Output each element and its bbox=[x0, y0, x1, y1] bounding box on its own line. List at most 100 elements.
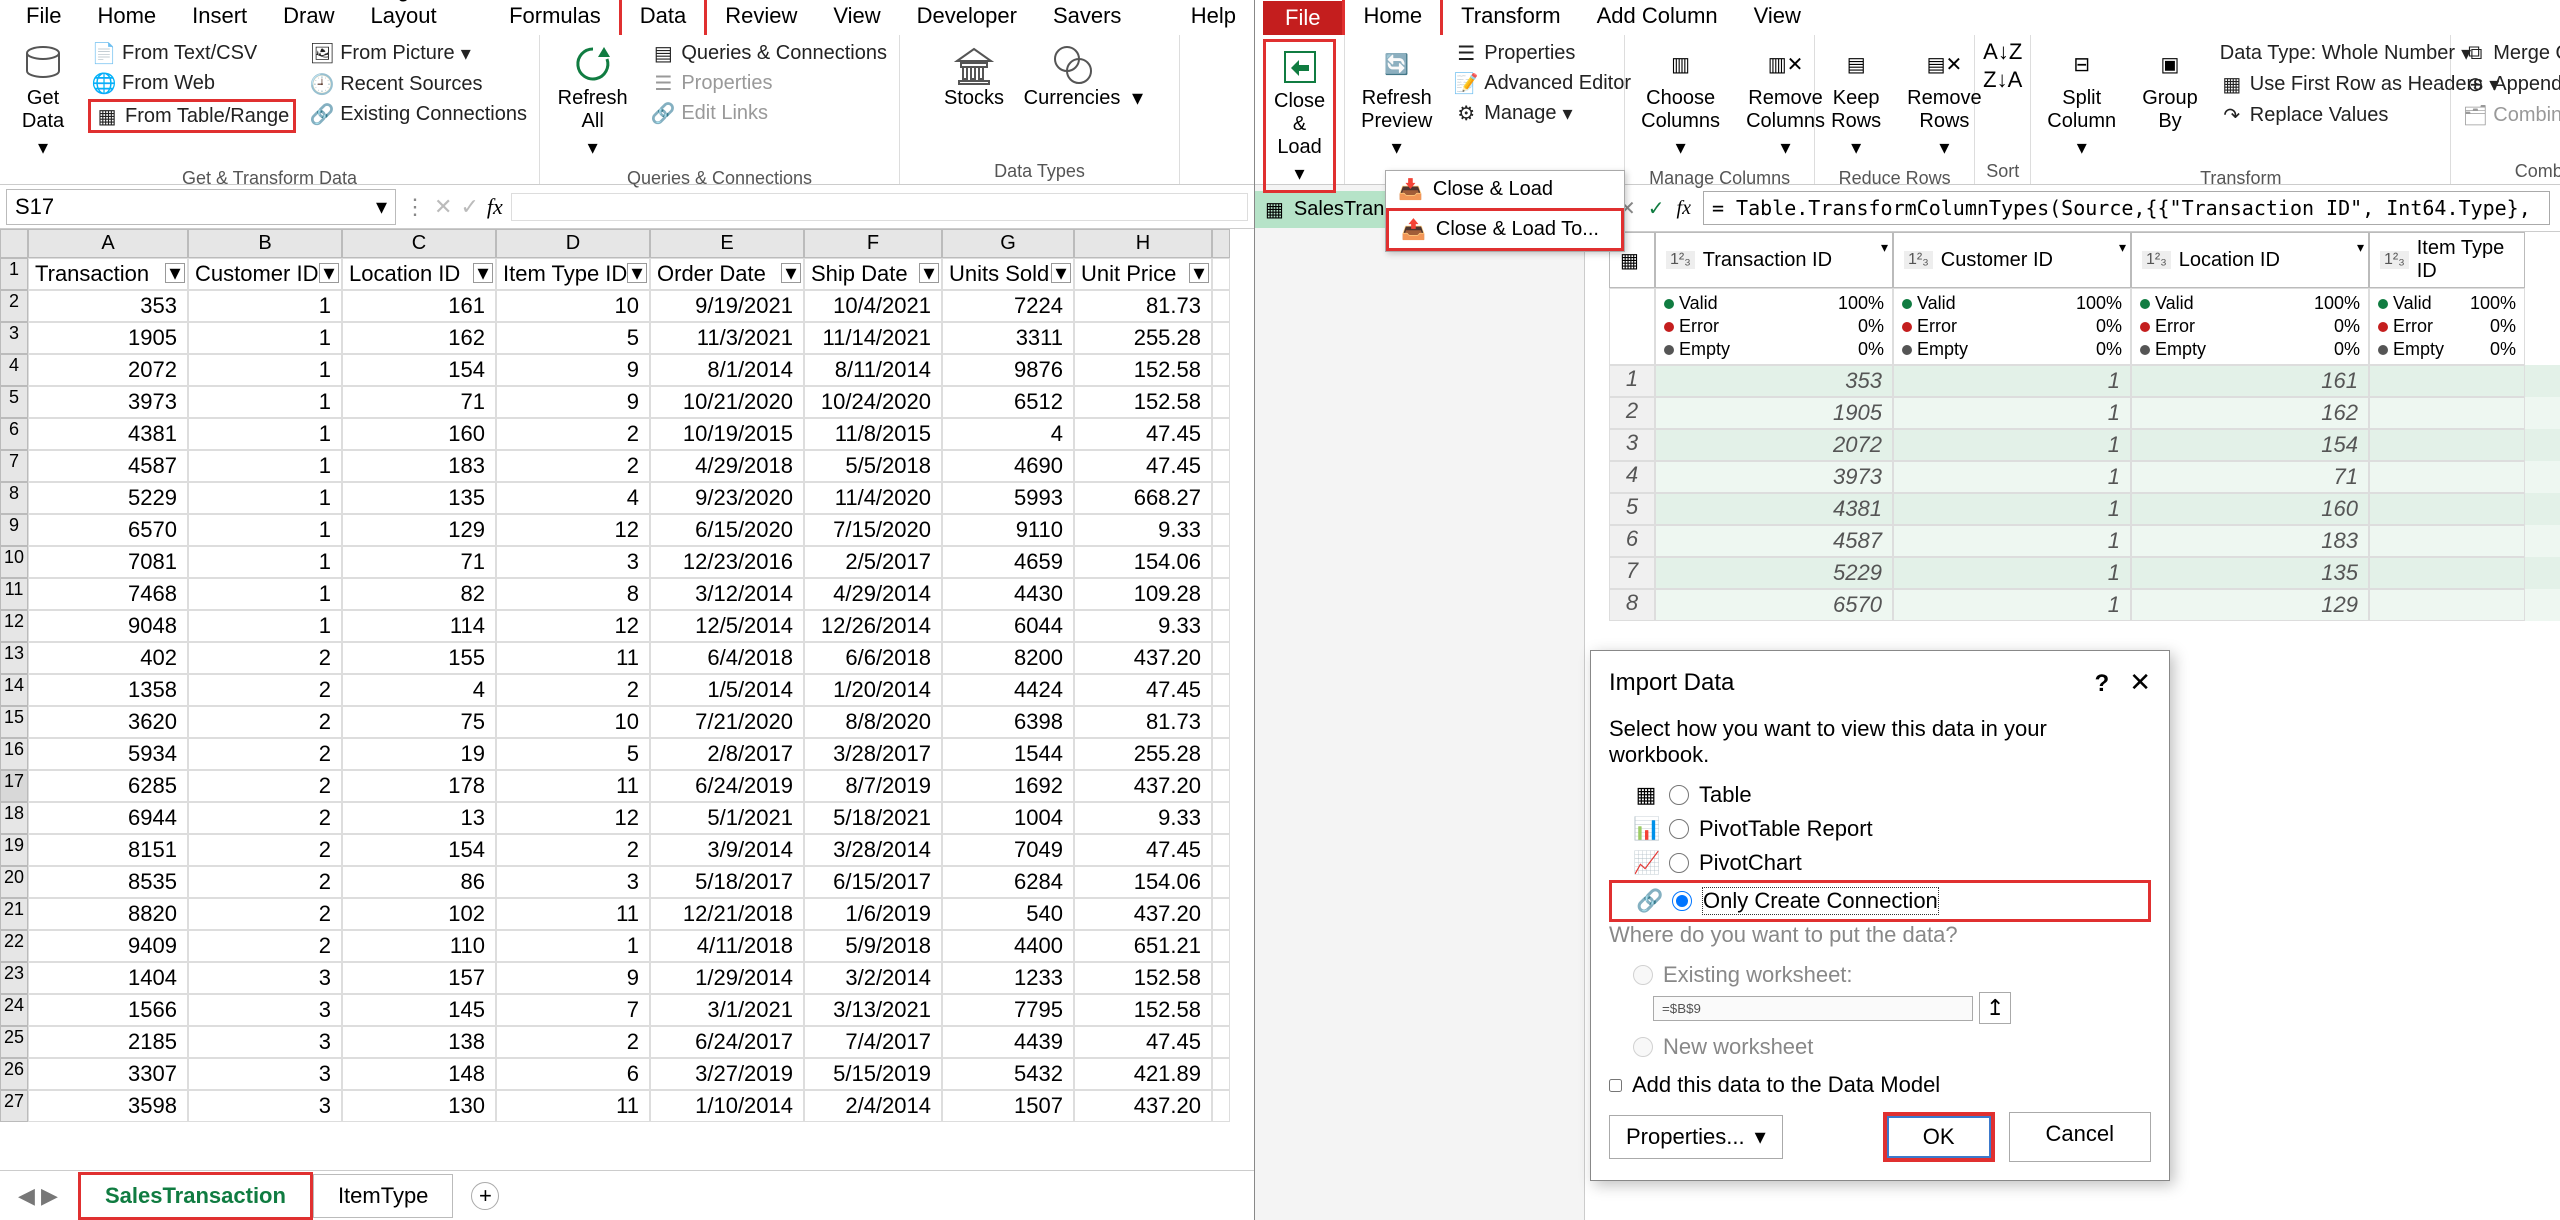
cell[interactable]: 135 bbox=[342, 482, 496, 514]
col-header[interactable]: E bbox=[650, 229, 804, 258]
pq-cell[interactable]: 3973 bbox=[1655, 461, 1893, 493]
properties-button[interactable]: Properties...▾ bbox=[1609, 1115, 1783, 1159]
tab-file[interactable]: File bbox=[8, 0, 79, 35]
cell[interactable]: 7795 bbox=[942, 994, 1074, 1026]
cell[interactable]: 160 bbox=[342, 418, 496, 450]
recent-sources-button[interactable]: 🕘Recent Sources bbox=[306, 70, 531, 98]
pq-cell[interactable]: 1 bbox=[1893, 461, 2131, 493]
group-by-button[interactable]: ▣Group By bbox=[2134, 39, 2206, 137]
cell[interactable]: 4424 bbox=[942, 674, 1074, 706]
pq-cell[interactable]: 1 bbox=[1893, 397, 2131, 429]
cell[interactable]: 1/10/2014 bbox=[650, 1090, 804, 1122]
pq-cell[interactable]: 1 bbox=[1893, 557, 2131, 589]
formula-input[interactable] bbox=[511, 193, 1248, 221]
sheet-nav[interactable]: ◀ ▶ bbox=[18, 1183, 78, 1209]
cell[interactable]: 4439 bbox=[942, 1026, 1074, 1058]
cell[interactable]: 1 bbox=[188, 386, 342, 418]
ok-button[interactable]: OK bbox=[1883, 1112, 1995, 1162]
tab-formulas[interactable]: Formulas bbox=[491, 0, 619, 35]
pq-cell[interactable] bbox=[2369, 525, 2525, 557]
cell[interactable]: 10 bbox=[496, 706, 650, 738]
row-header[interactable]: 11 bbox=[0, 578, 28, 610]
cell[interactable]: 437.20 bbox=[1074, 1090, 1212, 1122]
cell[interactable]: 102 bbox=[342, 898, 496, 930]
queries-connections-button[interactable]: ▤Queries & Connections bbox=[647, 39, 891, 67]
cell[interactable]: 2 bbox=[188, 642, 342, 674]
radio-table[interactable] bbox=[1669, 785, 1689, 805]
cell[interactable]: 154.06 bbox=[1074, 546, 1212, 578]
pq-cell[interactable] bbox=[2369, 589, 2525, 621]
cell[interactable]: 11 bbox=[496, 1090, 650, 1122]
pq-cell[interactable]: 160 bbox=[2131, 493, 2369, 525]
cell[interactable]: 5432 bbox=[942, 1058, 1074, 1090]
cell[interactable]: 5/15/2019 bbox=[804, 1058, 942, 1090]
cell[interactable]: 6398 bbox=[942, 706, 1074, 738]
cell[interactable]: 1404 bbox=[28, 962, 188, 994]
filter-button[interactable]: ▾ bbox=[781, 263, 801, 283]
cell[interactable]: 12 bbox=[496, 802, 650, 834]
cell[interactable]: 651.21 bbox=[1074, 930, 1212, 962]
cell[interactable]: 6284 bbox=[942, 866, 1074, 898]
row-header[interactable]: 24 bbox=[0, 994, 28, 1026]
row-header[interactable]: 13 bbox=[0, 642, 28, 674]
cell[interactable]: 1 bbox=[496, 930, 650, 962]
cell[interactable]: 353 bbox=[28, 290, 188, 322]
cell[interactable]: 4400 bbox=[942, 930, 1074, 962]
filter-button[interactable]: ▾ bbox=[473, 263, 493, 283]
cell[interactable]: 4/29/2014 bbox=[804, 578, 942, 610]
close-load-to-menu-item[interactable]: 📤Close & Load To... bbox=[1386, 208, 1624, 251]
cell[interactable]: 4659 bbox=[942, 546, 1074, 578]
sheet-tab-salestransaction[interactable]: SalesTransaction bbox=[78, 1172, 313, 1220]
cell[interactable]: 668.27 bbox=[1074, 482, 1212, 514]
col-header[interactable]: C bbox=[342, 229, 496, 258]
cell[interactable]: 47.45 bbox=[1074, 674, 1212, 706]
cell[interactable]: 1/5/2014 bbox=[650, 674, 804, 706]
cell[interactable]: 2/5/2017 bbox=[804, 546, 942, 578]
cell[interactable]: 9 bbox=[496, 354, 650, 386]
existing-connections-button[interactable]: 🔗Existing Connections bbox=[306, 100, 531, 128]
cell[interactable]: 11/3/2021 bbox=[650, 322, 804, 354]
cell[interactable]: 2 bbox=[496, 834, 650, 866]
cell[interactable]: 437.20 bbox=[1074, 770, 1212, 802]
cell[interactable]: 11 bbox=[496, 642, 650, 674]
cell[interactable]: 3311 bbox=[942, 322, 1074, 354]
cell[interactable]: 255.28 bbox=[1074, 322, 1212, 354]
row-header[interactable]: 4 bbox=[0, 354, 28, 386]
from-text-csv-button[interactable]: 📄From Text/CSV bbox=[88, 39, 296, 67]
cell[interactable]: 5 bbox=[496, 738, 650, 770]
cell[interactable]: 3/9/2014 bbox=[650, 834, 804, 866]
cell[interactable]: 6/24/2017 bbox=[650, 1026, 804, 1058]
cell[interactable]: 2 bbox=[188, 738, 342, 770]
pq-cell[interactable]: 4381 bbox=[1655, 493, 1893, 525]
cell[interactable]: 5/9/2018 bbox=[804, 930, 942, 962]
row-header[interactable]: 1 bbox=[0, 258, 28, 290]
cell[interactable]: 9409 bbox=[28, 930, 188, 962]
filter-button[interactable]: ▾ bbox=[165, 263, 185, 283]
pq-col-header[interactable]: 1²₃Transaction ID▾ bbox=[1655, 232, 1893, 288]
tab-home[interactable]: Home bbox=[79, 0, 174, 35]
cell[interactable]: 3 bbox=[496, 866, 650, 898]
row-header[interactable]: 6 bbox=[0, 418, 28, 450]
pq-cell[interactable]: 71 bbox=[2131, 461, 2369, 493]
table-header-cell[interactable]: Unit Price▾ bbox=[1074, 258, 1212, 290]
cell[interactable]: 3 bbox=[496, 546, 650, 578]
pq-row-index[interactable]: 7 bbox=[1609, 557, 1655, 589]
cell[interactable]: 9110 bbox=[942, 514, 1074, 546]
pq-row-index[interactable]: 3 bbox=[1609, 429, 1655, 461]
cell[interactable]: 5934 bbox=[28, 738, 188, 770]
cell[interactable]: 9048 bbox=[28, 610, 188, 642]
cell[interactable]: 10 bbox=[496, 290, 650, 322]
accept-icon[interactable]: ✓ bbox=[1648, 196, 1665, 221]
row-header[interactable]: 23 bbox=[0, 962, 28, 994]
sort-asc-button[interactable]: A↓Z bbox=[1983, 39, 2022, 65]
cell[interactable]: 162 bbox=[342, 322, 496, 354]
cell[interactable]: 2 bbox=[496, 450, 650, 482]
cell[interactable]: 138 bbox=[342, 1026, 496, 1058]
pq-col-header[interactable]: 1²₃Item Type ID bbox=[2369, 232, 2525, 288]
cell[interactable]: 8535 bbox=[28, 866, 188, 898]
cell[interactable]: 3 bbox=[188, 994, 342, 1026]
cell[interactable]: 2 bbox=[188, 770, 342, 802]
row-header[interactable]: 2 bbox=[0, 290, 28, 322]
cell[interactable]: 154.06 bbox=[1074, 866, 1212, 898]
cell[interactable]: 8200 bbox=[942, 642, 1074, 674]
